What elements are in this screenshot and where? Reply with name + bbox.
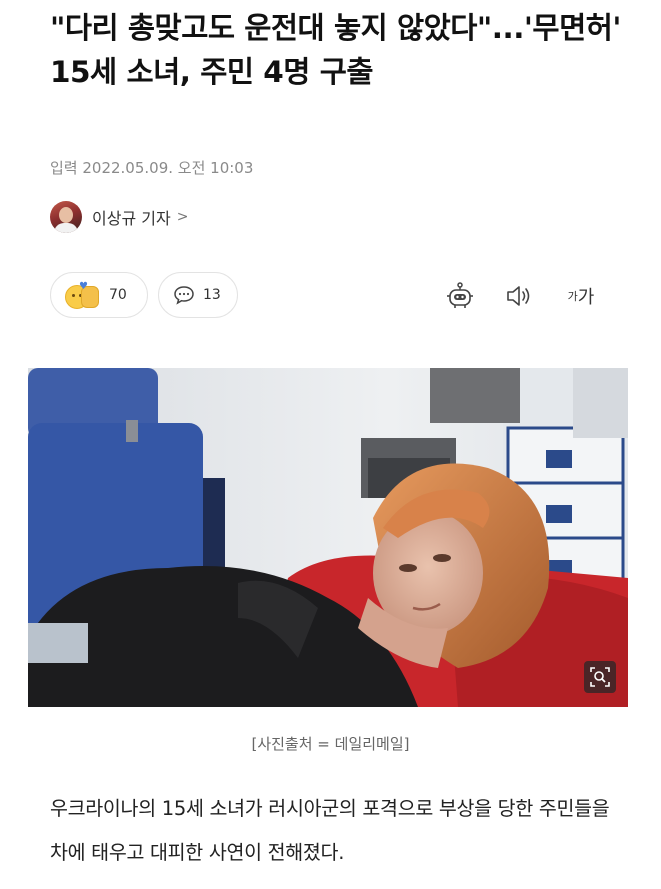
tts-button[interactable] [504,281,536,311]
font-size-small-label: 가 [567,290,578,303]
article-photo [28,368,628,707]
speaker-icon [507,286,530,306]
publish-date: 입력 2022.05.09. 오전 10:03 [50,159,254,177]
article-headline: "다리 총맞고도 운전대 놓지 않았다"...'무면허' 15세 소녀, 주민 … [50,11,621,89]
reporter-link[interactable]: 이상규 기자 > [50,200,188,234]
font-size-large-label: 가 [577,287,595,308]
font-size-button[interactable]: 가 가 [561,281,601,311]
reporter-name: 이상규 기자 [92,209,171,228]
robot-summary-icon [447,282,473,308]
emoji-reaction-icon: ♥ [65,282,101,309]
summary-bot-button[interactable] [444,281,476,311]
photo-caption: [사진출처 = 데일리메일] [251,735,410,753]
reaction-button[interactable]: ♥ 70 [50,272,148,318]
photo-zoom-button[interactable] [584,661,616,693]
article-body: 우크라이나의 15세 소녀가 러시아군의 포격으로 부상을 당한 주민들을 차에… [50,797,610,864]
magnifier-icon [590,667,610,687]
speech-bubble-icon [174,286,194,305]
reaction-count: 70 [109,287,127,303]
reporter-avatar [50,201,82,233]
chevron-right-icon: > [176,209,189,225]
comment-button[interactable]: 13 [158,272,238,318]
photo-image [28,368,628,707]
comment-count: 13 [203,287,221,303]
